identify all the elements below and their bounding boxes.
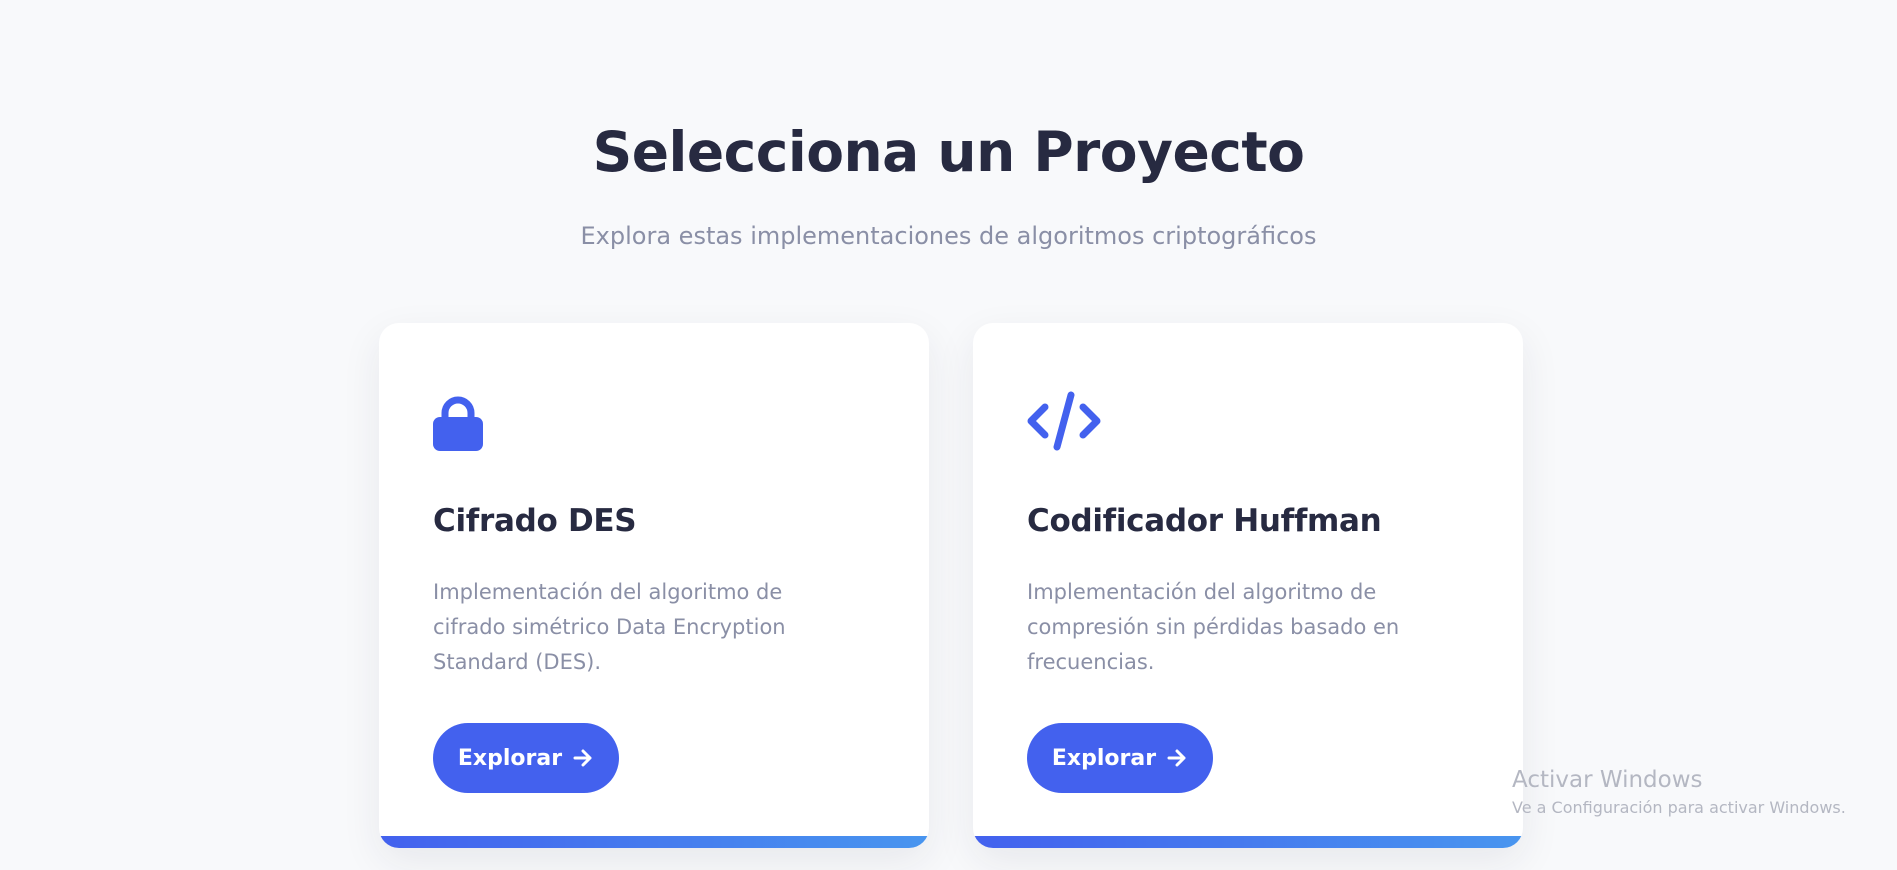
lock-icon	[433, 391, 507, 451]
watermark-title: Activar Windows	[1512, 767, 1703, 793]
card-accent-bar	[379, 836, 929, 848]
arrow-right-icon	[572, 747, 594, 769]
arrow-right-icon	[1166, 747, 1188, 769]
code-icon	[1027, 391, 1101, 451]
card-title: Cifrado DES	[433, 503, 637, 539]
project-cards: Cifrado DES Implementación del algoritmo…	[379, 323, 1523, 848]
explore-button-des[interactable]: Explorar	[433, 723, 619, 793]
windows-activation-watermark: Activar Windows Ve a Configuración para …	[1512, 765, 1846, 821]
page-title: Selecciona un Proyecto	[592, 120, 1305, 184]
explore-button-label: Explorar	[1051, 745, 1157, 771]
project-card-huffman: Codificador Huffman Implementación del a…	[973, 323, 1523, 848]
watermark-subtitle: Ve a Configuración para activar Windows.	[1512, 798, 1846, 817]
project-card-des: Cifrado DES Implementación del algoritmo…	[379, 323, 929, 848]
page-subtitle: Explora estas implementaciones de algori…	[580, 222, 1317, 250]
card-description: Implementación del algoritmo de cifrado …	[433, 580, 786, 674]
explore-button-label: Explorar	[457, 745, 563, 771]
card-description: Implementación del algoritmo de compresi…	[1027, 580, 1400, 674]
card-title: Codificador Huffman	[1027, 503, 1382, 539]
explore-button-huffman[interactable]: Explorar	[1027, 723, 1213, 793]
card-accent-bar	[973, 836, 1523, 848]
